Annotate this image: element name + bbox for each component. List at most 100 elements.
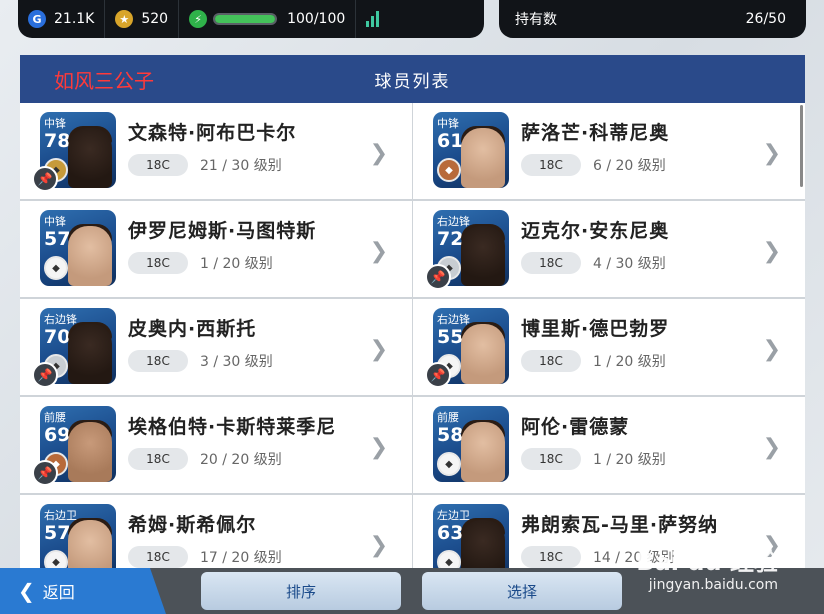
player-class: 18C	[521, 154, 581, 176]
lightning-icon: ⚡	[189, 10, 208, 28]
player-position: 右边卫	[44, 509, 77, 522]
player-meta: 18C 20 / 20 级别	[128, 448, 336, 470]
pin-icon: 📌	[32, 362, 58, 388]
player-rating: 78	[44, 130, 71, 152]
player-level: 1 / 20 级别	[593, 354, 666, 370]
player-class: 18C	[521, 252, 581, 274]
player-level: 4 / 30 级别	[593, 256, 666, 272]
player-avatar: 中锋 61 ◆	[433, 112, 509, 188]
player-card[interactable]: 右边锋 55 ◆ 📌 博里斯·德巴勃罗 18C 1 / 20 级别 ❯	[413, 299, 805, 395]
player-position: 右边锋	[44, 313, 77, 326]
chevron-left-icon: ❮	[18, 579, 35, 603]
player-info: 皮奥内·西斯托 18C 3 / 30 级别	[128, 308, 273, 372]
player-card[interactable]: 右边卫 57 ◆ 希姆·斯希佩尔 18C 17 / 20 级别 ❯	[20, 495, 412, 573]
player-face	[68, 520, 112, 573]
player-info: 博里斯·德巴勃罗 18C 1 / 20 级别	[521, 308, 669, 372]
player-class: 18C	[128, 546, 188, 568]
player-name: 迈克尔·安东尼奥	[521, 220, 670, 242]
player-info: 阿伦·雷德蒙 18C 1 / 20 级别	[521, 406, 666, 470]
chevron-right-icon: ❯	[369, 533, 388, 558]
player-meta: 18C 1 / 20 级别	[128, 252, 316, 274]
player-position: 右边锋	[437, 215, 470, 228]
player-class: 18C	[128, 448, 188, 470]
player-avatar: 右边卫 57 ◆	[40, 504, 116, 573]
player-face	[68, 226, 112, 286]
player-face	[461, 520, 505, 573]
player-info: 迈克尔·安东尼奥 18C 4 / 30 级别	[521, 210, 669, 274]
player-position: 中锋	[44, 215, 66, 228]
signal-icon	[366, 11, 380, 27]
pin-icon: 📌	[32, 460, 58, 486]
player-rating: 69	[44, 424, 71, 446]
scrollbar[interactable]	[800, 105, 803, 187]
player-level: 21 / 30 级别	[200, 158, 282, 174]
player-class: 18C	[521, 546, 581, 568]
back-button[interactable]: ❮ 返回	[0, 568, 166, 614]
player-info: 伊罗尼姆斯·马图特斯 18C 1 / 20 级别	[128, 210, 316, 274]
star-coin-icon: ★	[115, 10, 134, 28]
player-card[interactable]: 前腰 58 ◆ 阿伦·雷德蒙 18C 1 / 20 级别 ❯	[413, 397, 805, 493]
player-card[interactable]: 中锋 78 ◆ 📌 文森特·阿布巴卡尔 18C 21 / 30 级别 ❯	[20, 103, 412, 199]
player-rating: 57	[44, 522, 71, 544]
player-info: 文森特·阿布巴卡尔 18C 21 / 30 级别	[128, 112, 296, 176]
energy-text: 100/100	[287, 11, 346, 27]
player-class: 18C	[521, 448, 581, 470]
coins-value: 520	[141, 11, 169, 27]
player-card[interactable]: 中锋 61 ◆ 萨洛芒·科蒂尼奥 18C 6 / 20 级别 ❯	[413, 103, 805, 199]
player-position: 中锋	[437, 117, 459, 130]
signal-stat[interactable]	[356, 0, 389, 38]
player-name: 伊罗尼姆斯·马图特斯	[128, 220, 317, 242]
player-name: 埃格伯特·卡斯特莱季尼	[128, 416, 337, 438]
player-level: 1 / 20 级别	[200, 256, 273, 272]
player-card[interactable]: 右边锋 70 ◆ 📌 皮奥内·西斯托 18C 3 / 30 级别 ❯	[20, 299, 412, 395]
chevron-right-icon: ❯	[369, 337, 388, 362]
player-avatar: 前腰 58 ◆	[433, 406, 509, 482]
player-meta: 18C 1 / 20 级别	[521, 448, 666, 470]
player-position: 中锋	[44, 117, 66, 130]
gp-stat: G 21.1K	[18, 0, 106, 38]
pin-icon: 📌	[425, 264, 451, 290]
player-rating: 58	[437, 424, 464, 446]
gp-coin-icon: G	[28, 10, 46, 28]
player-info: 萨洛芒·科蒂尼奥 18C 6 / 20 级别	[521, 112, 669, 176]
player-face	[461, 128, 505, 188]
energy-fill	[215, 15, 276, 23]
chevron-right-icon: ❯	[762, 337, 781, 362]
holdings-value: 26/50	[745, 11, 786, 27]
player-card[interactable]: 右边锋 72 ◆ 📌 迈克尔·安东尼奥 18C 4 / 30 级别 ❯	[413, 201, 805, 297]
holdings-bar: 持有数 26/50	[499, 0, 806, 38]
player-rating: 72	[437, 228, 464, 250]
pin-icon: 📌	[32, 166, 58, 192]
player-card[interactable]: 前腰 69 ◆ 📌 埃格伯特·卡斯特莱季尼 18C 20 / 20 级别 ❯	[20, 397, 412, 493]
overlay-name: 如风三公子	[54, 69, 154, 93]
player-card[interactable]: 中锋 57 ◆ 伊罗尼姆斯·马图特斯 18C 1 / 20 级别 ❯	[20, 201, 412, 297]
player-position: 左边卫	[437, 509, 470, 522]
player-class: 18C	[128, 252, 188, 274]
gp-value: 21.1K	[54, 11, 95, 27]
player-list-header: 如风三公子 球员列表	[20, 55, 805, 103]
player-rating: 61	[437, 130, 464, 152]
currency-bar: G 21.1K ★ 520 ⚡ 100/100	[18, 0, 484, 38]
watermark-url: jingyan.baidu.com	[648, 577, 778, 593]
player-name: 博里斯·德巴勃罗	[521, 318, 670, 340]
player-face	[461, 324, 505, 384]
sort-button[interactable]: 排序	[201, 572, 401, 610]
player-avatar: 中锋 57 ◆	[40, 210, 116, 286]
player-meta: 18C 3 / 30 级别	[128, 350, 273, 372]
player-name: 萨洛芒·科蒂尼奥	[521, 122, 670, 144]
chevron-right-icon: ❯	[762, 239, 781, 264]
player-name: 希姆·斯希佩尔	[128, 514, 257, 536]
holdings-label: 持有数	[515, 12, 557, 28]
select-button[interactable]: 选择	[422, 572, 622, 610]
page-title: 球员列表	[374, 71, 451, 92]
player-face	[461, 422, 505, 482]
player-meta: 18C 1 / 20 级别	[521, 350, 669, 372]
team-badge-icon: ◆	[437, 452, 461, 476]
player-level: 17 / 20 级别	[200, 550, 282, 566]
player-meta: 18C 4 / 30 级别	[521, 252, 669, 274]
player-class: 18C	[128, 350, 188, 372]
player-rating: 63	[437, 522, 464, 544]
player-face	[68, 324, 112, 384]
energy-stat: ⚡ 100/100	[179, 0, 357, 38]
player-info: 希姆·斯希佩尔 18C 17 / 20 级别	[128, 504, 282, 568]
